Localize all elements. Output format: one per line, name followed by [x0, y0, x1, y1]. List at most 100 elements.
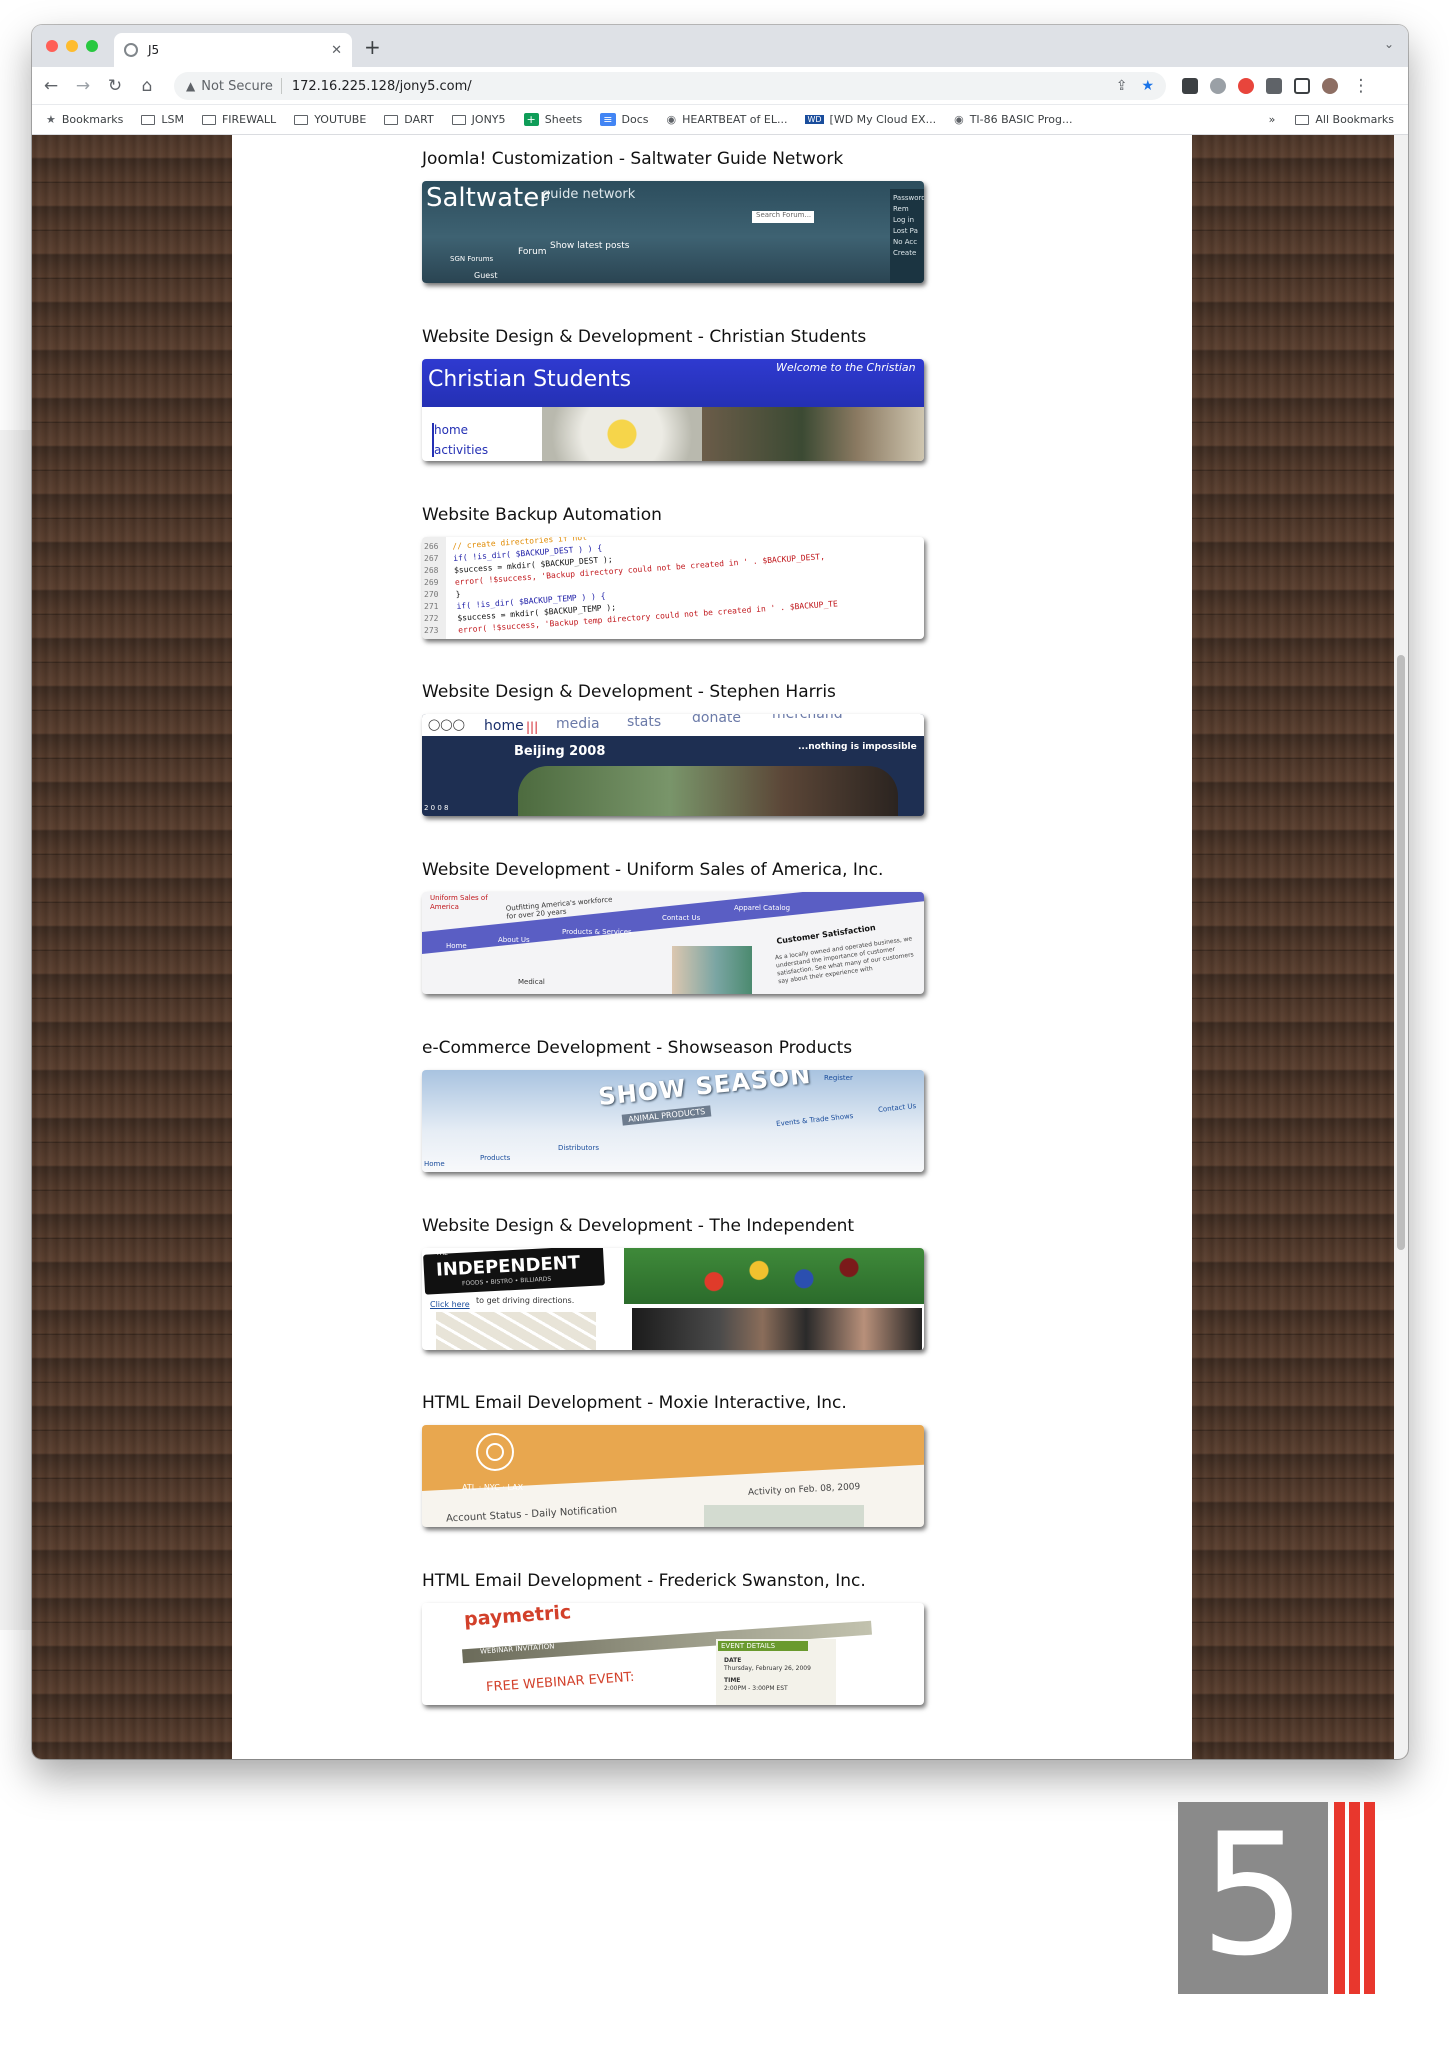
thumb-nav: Products & Services	[562, 928, 632, 936]
url-text[interactable]: 172.16.225.128/jony5.com/	[292, 79, 1102, 94]
reload-icon[interactable]: ↻	[104, 75, 126, 97]
extension-icon[interactable]	[1182, 78, 1198, 94]
bookmark-star-icon[interactable]: ★	[1141, 78, 1154, 94]
thumb-search: Search Forum...	[752, 211, 814, 223]
portfolio-thumbnail[interactable]: SHOW SEASON ANIMAL PRODUCTS Register Hom…	[422, 1070, 924, 1172]
globe-icon	[124, 43, 138, 57]
back-arrow-icon[interactable]: ←	[40, 75, 62, 97]
tab-j5[interactable]: J5 ✕	[114, 33, 352, 67]
portfolio-thumbnail[interactable]: 266 267 268 269 270 271 272 273 // create direc…	[422, 537, 924, 639]
adblock-icon[interactable]	[1238, 78, 1254, 94]
portfolio-title[interactable]: Website Backup Automation	[422, 501, 942, 529]
portfolio-title[interactable]: Website Design & Development - Stephen H…	[422, 678, 942, 706]
thumb-nav: Home	[446, 942, 467, 950]
thumb-nav: Forum	[518, 247, 547, 257]
address-bar[interactable]: ▲ Not Secure 172.16.225.128/jony5.com/ ⇪…	[174, 72, 1166, 100]
home-icon[interactable]: ⌂	[136, 75, 158, 97]
thumb-photo	[702, 407, 924, 461]
folder-icon	[451, 114, 466, 125]
menu-kebab-icon[interactable]: ⋮	[1350, 75, 1372, 97]
divider	[280, 78, 282, 94]
zoom-window-button[interactable]	[86, 40, 98, 52]
thumb-photo	[518, 766, 898, 816]
thumb-headline: FREE WEBINAR EVENT:	[485, 1669, 635, 1696]
logo-box: 5	[1178, 1802, 1328, 1994]
portfolio-entry: HTML Email Development - Frederick Swans…	[422, 1567, 942, 1705]
scrollbar-track[interactable]	[1394, 135, 1408, 1759]
portfolio-title[interactable]: Website Design & Development - The Indep…	[422, 1212, 942, 1240]
all-bookmarks-button[interactable]: All Bookmarks	[1315, 113, 1394, 126]
thumb-sidebar: Password Rem Log in Lost Pa No Acc Create	[890, 189, 924, 283]
thumb-brand: Saltwater	[426, 183, 550, 213]
thumb-text: 2 0 0 8	[424, 804, 449, 812]
bookmarks-overflow: » All Bookmarks	[1269, 113, 1394, 126]
portfolio-entry: e-Commerce Development - Showseason Prod…	[422, 1034, 942, 1172]
thumb-logo-mark	[486, 1443, 504, 1461]
thumb-map	[436, 1312, 596, 1350]
thumb-photo	[632, 1308, 922, 1350]
thumb-logo: Uniform Sales of America	[430, 894, 488, 911]
portfolio-title[interactable]: Joomla! Customization - Saltwater Guide …	[422, 145, 942, 173]
globe-icon: ◉	[954, 113, 964, 126]
sheets-icon: +	[523, 113, 539, 126]
overflow-chevron-icon[interactable]: »	[1269, 113, 1276, 126]
bookmark-item[interactable]: ★ Bookmarks	[46, 113, 123, 126]
bookmark-item[interactable]: ◉ TI-86 BASIC Prog...	[954, 113, 1072, 126]
bookmark-item[interactable]: WD [WD My Cloud EX...	[805, 113, 936, 126]
gear-icon[interactable]	[1210, 78, 1226, 94]
scrollbar-thumb[interactable]	[1397, 655, 1405, 1250]
jony5-logo: 5	[1178, 1802, 1375, 1994]
share-icon[interactable]: ⇪	[1116, 78, 1128, 94]
thumb-nav: home	[484, 718, 524, 734]
puzzle-icon[interactable]	[1266, 78, 1282, 94]
tab-search-chevron-icon[interactable]: ⌄	[1384, 37, 1394, 51]
new-tab-button[interactable]: +	[364, 35, 381, 59]
security-label[interactable]: Not Secure	[201, 79, 273, 94]
portfolio-thumbnail[interactable]: THE INDEPENDENT FOODS • BISTRO • BILLIAR…	[422, 1248, 924, 1350]
portfolio-thumbnail[interactable]: ◯◯◯ home ||| media stats donate merchand…	[422, 714, 924, 816]
forward-arrow-icon[interactable]: →	[72, 75, 94, 97]
close-tab-icon[interactable]: ✕	[331, 43, 342, 58]
wd-icon: WD	[805, 115, 824, 124]
thumb-text: Thursday, February 26, 2009	[724, 1665, 811, 1672]
thumb-panel	[704, 1505, 864, 1527]
thumb-nav: Contact Us	[877, 1102, 917, 1114]
portfolio-thumbnail[interactable]: Uniform Sales of America Outfitting Amer…	[422, 892, 924, 994]
portfolio-title[interactable]: Website Development - Uniform Sales of A…	[422, 856, 942, 884]
bookmark-item[interactable]: ≡ Docs	[600, 113, 649, 126]
folder-icon	[141, 114, 156, 125]
bookmark-folder[interactable]: JONY5	[451, 113, 506, 126]
bookmark-folder[interactable]: FIREWALL	[201, 113, 276, 126]
portfolio-thumbnail[interactable]: Christian Students Welcome to the Christ…	[422, 359, 924, 461]
warning-icon[interactable]: ▲	[186, 79, 195, 93]
thumb-nav: Distributors	[558, 1144, 599, 1152]
portfolio-title[interactable]: HTML Email Development - Frederick Swans…	[422, 1567, 942, 1595]
thumb-text: Activity on Feb. 08, 2009	[747, 1482, 861, 1498]
thumb-text: THE	[436, 1250, 448, 1257]
portfolio-entry: Joomla! Customization - Saltwater Guide …	[422, 145, 942, 283]
portfolio-title[interactable]: Website Design & Development - Christian…	[422, 323, 942, 351]
avatar[interactable]	[1322, 78, 1338, 94]
portfolio-title[interactable]: HTML Email Development - Moxie Interacti…	[422, 1389, 942, 1417]
close-window-button[interactable]	[46, 40, 58, 52]
bookmark-folder[interactable]: YOUTUBE	[294, 113, 366, 126]
bookmark-folder[interactable]: LSM	[141, 113, 184, 126]
thumb-mark: |||	[526, 720, 539, 734]
thumb-nav: Contact Us	[662, 914, 701, 922]
portfolio-thumbnail[interactable]: Saltwater guide network Search Forum... …	[422, 181, 924, 283]
thumb-photo	[624, 1248, 924, 1304]
folder-icon	[384, 114, 399, 125]
portfolio-thumbnail[interactable]: ATL · NYC · LAX Account Status - Daily N…	[422, 1425, 924, 1527]
portfolio-thumbnail[interactable]: paymetric WEBINAR INVITATION FREE WEBINA…	[422, 1603, 924, 1705]
bookmark-item[interactable]: ◉ HEARTBEAT of EL...	[667, 113, 788, 126]
minimize-window-button[interactable]	[66, 40, 78, 52]
portfolio-title[interactable]: e-Commerce Development - Showseason Prod…	[422, 1034, 942, 1062]
thumb-brand: paymetric	[463, 1603, 572, 1631]
bookmark-folder[interactable]: DART	[384, 113, 434, 126]
thumb-link: Register	[824, 1074, 853, 1082]
bookmark-item[interactable]: + Sheets	[523, 113, 582, 126]
thumb-nav: Events & Trade Shows	[775, 1111, 854, 1129]
portfolio-column: Joomla! Customization - Saltwater Guide …	[232, 135, 1192, 1759]
side-panel-icon[interactable]	[1294, 78, 1310, 94]
thumb-sub: guide network	[542, 187, 636, 202]
